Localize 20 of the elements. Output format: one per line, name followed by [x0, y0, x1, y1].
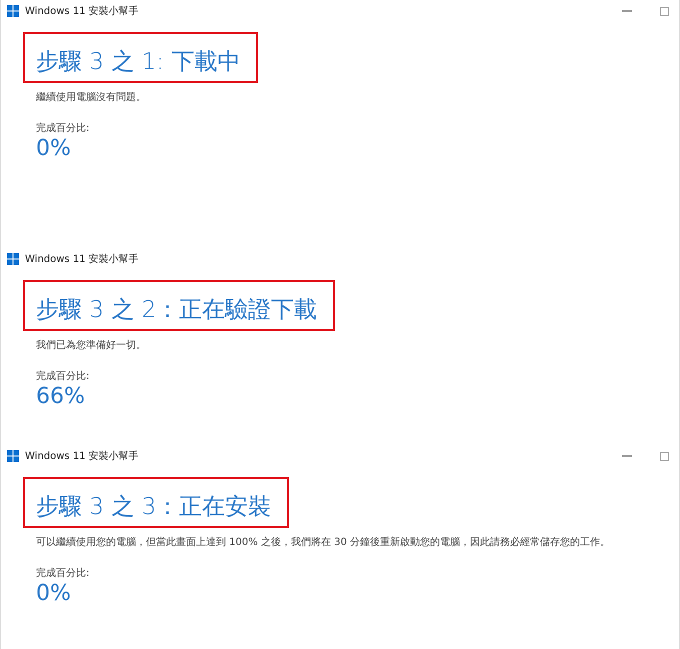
window-title: Windows 11 安裝小幫手	[25, 252, 140, 266]
progress-label: 完成百分比:	[36, 122, 90, 135]
windows-logo-icon	[7, 253, 19, 265]
progress-percentage: 0%	[36, 581, 71, 606]
window-title: Windows 11 安裝小幫手	[25, 450, 140, 463]
progress-label: 完成百分比:	[36, 566, 90, 580]
status-message: 可以繼續使用您的電腦，但當此畫面上達到 100% 之後，我們將在 30 分鐘後重新啟動您的電腦，因此請務必經常儲存您的工作。	[36, 536, 612, 549]
progress-label: 完成百分比:	[36, 370, 90, 383]
windows-logo-icon	[7, 5, 19, 17]
step-heading: 步驟 3 之 2：正在驗證下載	[23, 280, 336, 331]
status-message: 我們已為您準備好一切。	[36, 339, 147, 352]
step-heading: 步驟 3 之 3：正在安裝	[23, 477, 290, 528]
window-title: Windows 11 安裝小幫手	[25, 4, 140, 18]
progress-percentage: 66%	[36, 384, 85, 409]
progress-percentage: 0%	[36, 136, 71, 161]
minimize-icon[interactable]	[622, 455, 632, 457]
status-message: 繼續使用電腦沒有問題。	[36, 91, 147, 104]
minimize-icon[interactable]	[622, 10, 632, 12]
windows-logo-icon	[7, 450, 19, 462]
step-heading: 步驟 3 之 1: 下載中	[23, 32, 258, 83]
